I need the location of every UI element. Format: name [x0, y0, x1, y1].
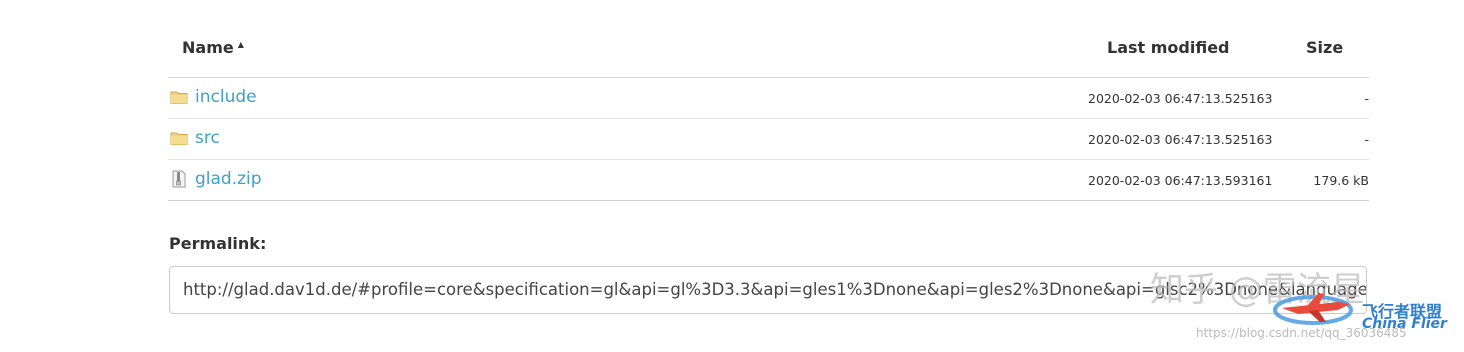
name-column-header[interactable]: Name ▲ — [182, 38, 244, 57]
size-cell: 179.6 kB — [1313, 173, 1369, 188]
table-row: src 2020-02-03 06:47:13.525163 - — [168, 119, 1369, 160]
zip-file-icon — [172, 170, 186, 188]
table-row: include 2020-02-03 06:47:13.525163 - — [168, 78, 1369, 119]
modified-cell: 2020-02-03 06:47:13.593161 — [1088, 173, 1273, 188]
size-column-header[interactable]: Size — [1306, 38, 1343, 57]
file-link-include[interactable]: include — [195, 87, 257, 107]
permalink-label: Permalink: — [169, 234, 267, 253]
plane-logo-icon — [1273, 294, 1353, 325]
size-cell: - — [1364, 91, 1369, 106]
file-link-glad-zip[interactable]: glad.zip — [195, 169, 262, 189]
size-cell: - — [1364, 132, 1369, 147]
file-listing-table: Name ▲ Last modified Size include 2020-02… — [168, 26, 1369, 201]
blog-url-watermark: https://blog.csdn.net/qq_36036485 — [1196, 326, 1407, 340]
table-header: Name ▲ Last modified Size — [168, 26, 1369, 78]
caret-up-icon: ▲ — [237, 40, 244, 49]
folder-icon — [170, 91, 188, 104]
last-modified-column-header[interactable]: Last modified — [1107, 38, 1230, 57]
modified-cell: 2020-02-03 06:47:13.525163 — [1088, 132, 1273, 147]
modified-cell: 2020-02-03 06:47:13.525163 — [1088, 91, 1273, 106]
folder-icon — [170, 132, 188, 145]
file-link-src[interactable]: src — [195, 128, 220, 148]
table-row: glad.zip 2020-02-03 06:47:13.593161 179.… — [168, 160, 1369, 201]
